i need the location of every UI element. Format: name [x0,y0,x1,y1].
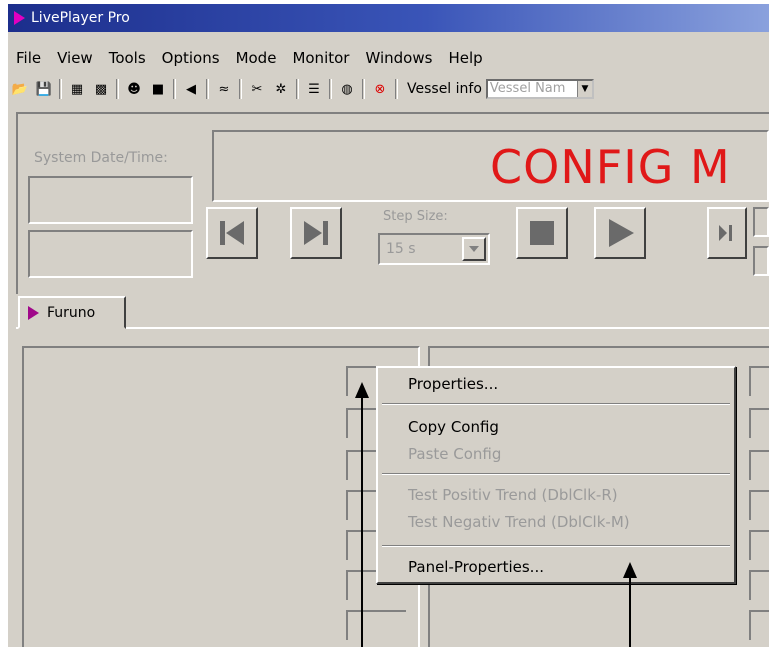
instrument-slot [749,366,769,396]
step-size-select[interactable]: 15 s [378,233,490,265]
play-icon [609,219,634,247]
menu-separator [382,545,730,547]
system-date-field [28,176,193,224]
pointer-arrow-line [629,576,631,647]
menu-file[interactable]: File [8,45,49,71]
toolbar-separator [395,79,398,99]
skip-back-icon [220,221,244,245]
skip-forward-icon [304,221,328,245]
tab-furuno[interactable]: Furuno [18,296,126,329]
stop-button[interactable] [516,207,568,259]
screen-icon[interactable]: ■ [149,80,167,98]
context-menu: Properties... Copy Config Paste Config T… [376,366,736,584]
config-icon[interactable]: ▦ [68,80,86,98]
toolbar-separator [296,79,299,99]
menu-monitor[interactable]: Monitor [284,45,357,71]
aux-field-2 [753,246,769,276]
menu-item-paste-config: Paste Config [408,445,502,463]
skip-forward-button[interactable] [290,207,342,259]
stop-icon[interactable]: ⊗ [371,80,389,98]
vessel-name-placeholder: Vessel Nam [489,81,566,96]
menu-mode[interactable]: Mode [228,45,285,71]
tab-furuno-label: Furuno [47,304,96,321]
list-icon[interactable]: ☰ [305,80,323,98]
open-folder-icon[interactable]: 📂 [11,80,29,98]
speaker-icon[interactable]: ◀ [182,80,200,98]
menu-options[interactable]: Options [154,45,228,71]
menu-help[interactable]: Help [440,45,490,71]
skip-back-button[interactable] [206,207,258,259]
vessel-name-select[interactable]: Vessel Nam ▼ [485,79,594,99]
globe-icon[interactable]: ◍ [338,80,356,98]
config2-icon[interactable]: ▩ [92,80,110,98]
instrument-slot [749,570,769,600]
instrument-slot [749,408,769,438]
title-bar: LivePlayer Pro [8,4,769,32]
tab-strip-line [16,327,769,329]
settings-icon[interactable]: ✲ [272,80,290,98]
menu-item-copy-config[interactable]: Copy Config [408,418,499,436]
instrument-slot [749,450,769,480]
system-time-field [28,230,193,278]
toolbar-separator [206,79,209,99]
aux-field-1 [753,207,769,237]
vessel-info-label: Vessel info [407,81,482,97]
step-forward-button[interactable] [707,207,747,259]
system-datetime-label: System Date/Time: [34,150,168,166]
menu-bar: File View Tools Options Mode Monitor Win… [8,45,491,71]
chart-icon[interactable]: ≈ [215,80,233,98]
instrument-slot [749,530,769,560]
chevron-down-icon[interactable] [462,237,486,261]
instrument-slot [749,610,769,640]
step-forward-icon [719,225,732,241]
menu-item-properties[interactable]: Properties... [408,375,498,393]
play-button[interactable] [594,207,646,259]
instrument-slot [749,490,769,520]
tab-play-icon [28,305,39,320]
step-size-value: 15 s [386,241,416,257]
menu-view[interactable]: View [49,45,101,71]
config-mode-text: CONFIG M [490,140,731,194]
toolbar: 📂 💾 ▦ ▩ ☻ ■ ◀ ≈ ✂ ✲ ☰ ◍ ⊗ Vessel info Ve… [8,76,769,102]
user-icon[interactable]: ☻ [125,80,143,98]
save-icon[interactable]: 💾 [35,80,53,98]
chevron-down-icon[interactable]: ▼ [576,81,592,97]
window-title: LivePlayer Pro [31,10,130,26]
instrument-slot [346,610,406,640]
pointer-arrow-line [361,396,363,647]
menu-item-panel-properties[interactable]: Panel-Properties... [408,558,544,576]
toolbar-separator [239,79,242,99]
menu-separator [382,473,730,475]
toolbar-separator [329,79,332,99]
tools-icon[interactable]: ✂ [248,80,266,98]
menu-tools[interactable]: Tools [101,45,154,71]
app-logo-icon [14,11,25,25]
menu-item-test-negativ-trend: Test Negativ Trend (DblClk-M) [408,513,630,531]
step-size-label: Step Size: [383,209,448,224]
menu-item-test-positiv-trend: Test Positiv Trend (DblClk-R) [408,486,618,504]
toolbar-separator [59,79,62,99]
toolbar-separator [173,79,176,99]
menu-separator [382,403,730,405]
stop-square-icon [530,221,554,245]
toolbar-separator [116,79,119,99]
toolbar-separator [362,79,365,99]
menu-windows[interactable]: Windows [357,45,440,71]
